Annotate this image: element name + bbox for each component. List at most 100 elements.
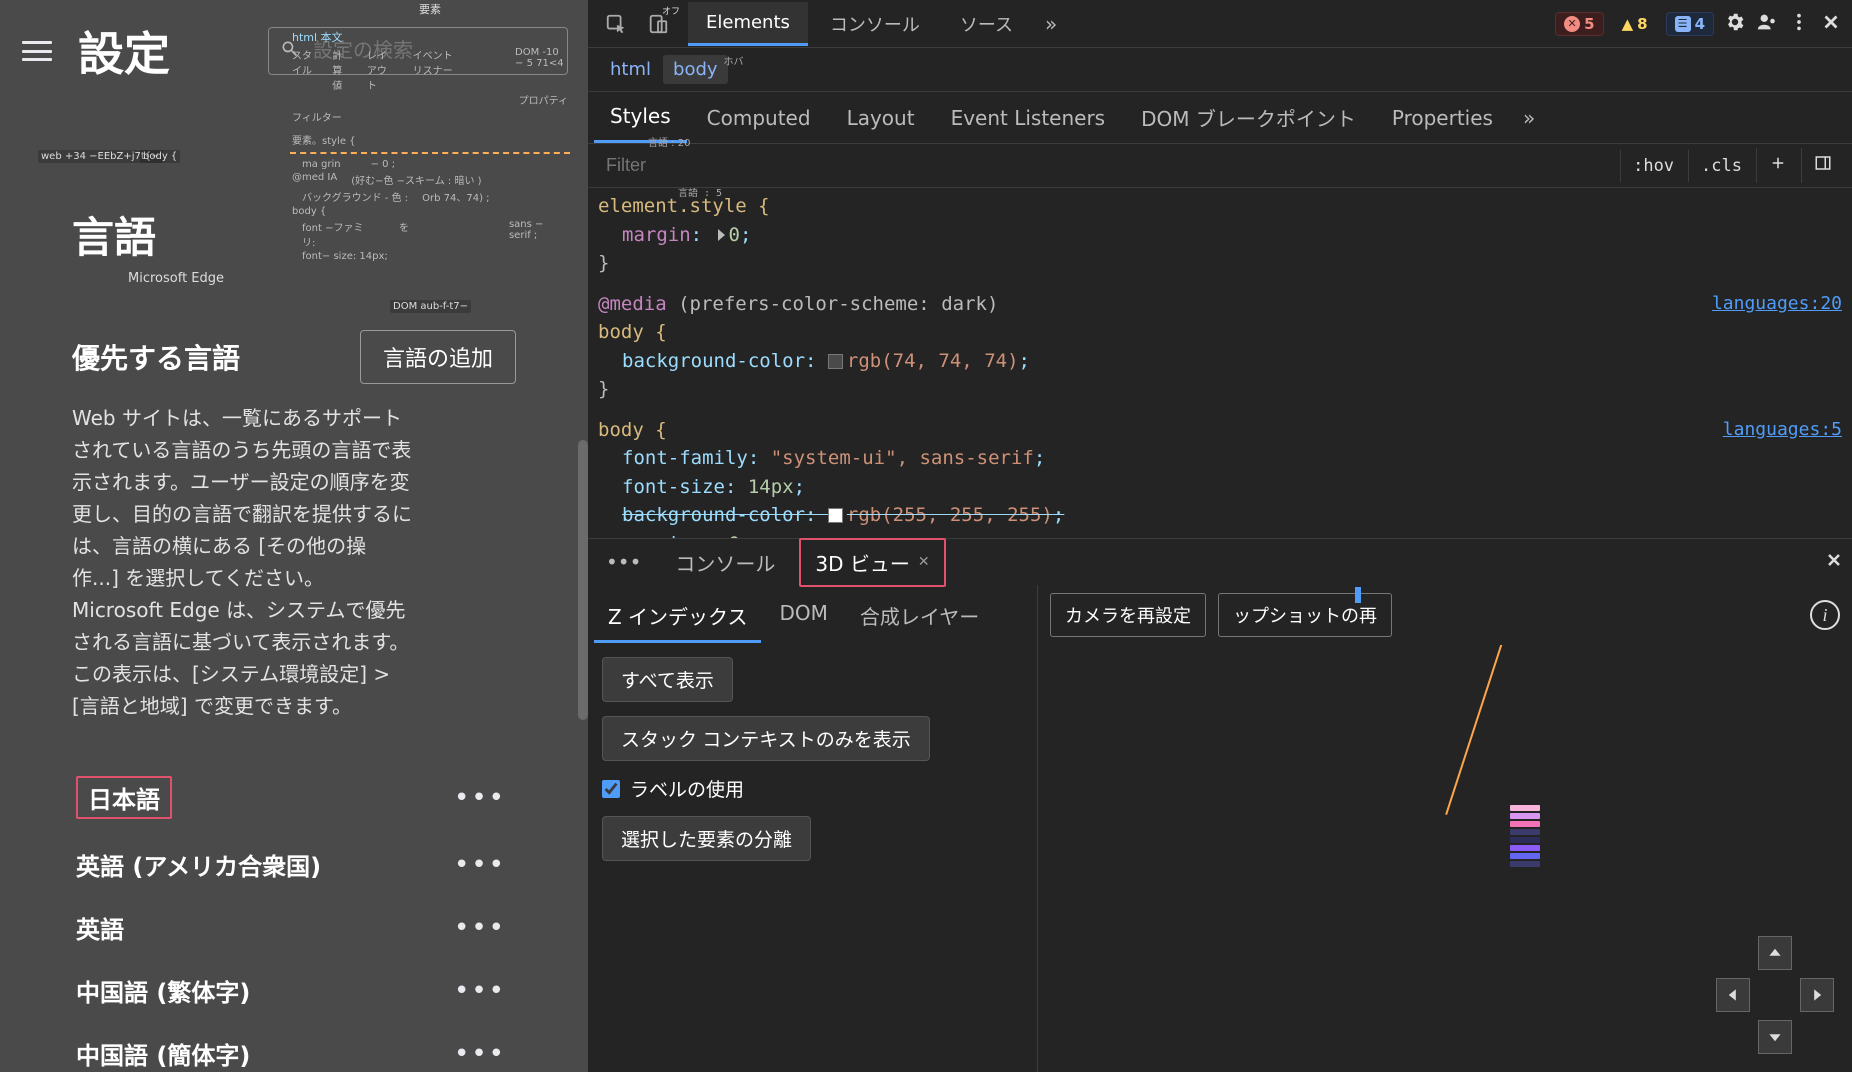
pan-left-button[interactable]: [1716, 978, 1750, 1012]
kebab-icon[interactable]: •••: [448, 850, 512, 880]
kebab-icon[interactable]: •••: [448, 783, 512, 813]
settings-search-input[interactable]: [268, 27, 568, 75]
subtabs-overflow-icon[interactable]: »: [1513, 106, 1545, 130]
drawer-tab-3dview[interactable]: 3D ビュー ✕: [799, 538, 945, 587]
source-link[interactable]: languages:5: [1723, 416, 1842, 443]
list-item[interactable]: 中国語 (繁体字) •••: [72, 959, 516, 1022]
styles-subtabs: Styles Computed Layout Event Listeners D…: [588, 92, 1852, 144]
drawer-close-icon[interactable]: [1824, 550, 1844, 574]
pan-up-button[interactable]: [1758, 936, 1792, 970]
settings-search-wrap: [268, 27, 568, 75]
issues-badge[interactable]: ☰4: [1666, 12, 1714, 36]
rule-element-style[interactable]: element.style { margin: 0; }: [598, 192, 1842, 278]
language-label: 英語 (アメリカ合衆国): [76, 847, 321, 882]
crumb-body[interactable]: body: [663, 55, 728, 84]
kebab-icon[interactable]: •••: [448, 1039, 512, 1069]
list-item[interactable]: 英語 (アメリカ合衆国) •••: [72, 833, 516, 896]
settings-header: 設定: [0, 0, 588, 84]
subtab-dombp[interactable]: DOM ブレークポイント: [1125, 92, 1372, 144]
show-all-button[interactable]: すべて表示: [602, 657, 733, 702]
drawer-subtab-composite[interactable]: 合成レイヤー: [846, 591, 993, 643]
drawer-controls: すべて表示 スタック コンテキストのみを表示 ラベルの使用 選択した要素の分離: [588, 643, 1037, 861]
close-icon[interactable]: [1820, 11, 1842, 37]
drawer-sub-tabs: Z インデックス DOM 合成レイヤー: [588, 585, 1037, 643]
menu-icon[interactable]: [20, 37, 54, 65]
prefer-description: Web サイトは、一覧にあるサポートされている言語のうち先頭の言語で表示されます…: [72, 402, 412, 722]
pan-right-button[interactable]: [1800, 978, 1834, 1012]
styles-panel: 言語 : 5 element.style { margin: 0; } lang…: [588, 188, 1852, 538]
styles-filter-input[interactable]: [596, 149, 1618, 182]
rule-media-body[interactable]: languages:20 @media (prefers-color-schem…: [598, 290, 1842, 404]
settings-pane: 設定 要素 html 本文 スタイル計算値レイアウトイベントリスナーDOM -1…: [0, 0, 588, 1072]
marker: [1355, 587, 1361, 603]
devtools-main-tabs: Elements コンソール ソース »: [688, 1, 1067, 47]
list-item[interactable]: 日本語 •••: [72, 762, 516, 833]
label-row[interactable]: ラベルの使用: [602, 775, 1023, 802]
close-icon[interactable]: ✕: [918, 554, 930, 570]
overlay-dom-note: DOM aub-f-t7−: [390, 300, 471, 313]
kebab-icon[interactable]: •••: [448, 913, 512, 943]
warning-badge[interactable]: ▲ 8: [1614, 13, 1656, 35]
badge-off: オフ: [662, 4, 680, 17]
crumb-note: ホバ: [724, 53, 744, 68]
app-root: 設定 要素 html 本文 スタイル計算値レイアウトイベントリスナーDOM -1…: [0, 0, 1852, 1072]
nav-pad: [1716, 936, 1834, 1054]
info-icon[interactable]: i: [1810, 600, 1840, 630]
settings-body: 言語 Microsoft Edge 優先する言語 言語の追加 Web サイトは、…: [0, 84, 588, 1072]
language-sub: Microsoft Edge: [128, 271, 516, 286]
kebab-icon[interactable]: [1788, 11, 1810, 37]
subtab-computed[interactable]: Computed: [691, 94, 827, 142]
devtools-drawer: ••• コンソール 3D ビュー ✕ Z インデックス DOM 合成レイヤー す: [588, 538, 1852, 1072]
list-item[interactable]: 中国語 (簡体字) •••: [72, 1022, 516, 1072]
drawer-tab-console[interactable]: コンソール: [661, 540, 789, 585]
stack-context-button[interactable]: スタック コンテキストのみを表示: [602, 716, 930, 761]
devtools-topbar: オフ Elements コンソール ソース » ✕5 ▲ 8 ☰4: [588, 0, 1852, 48]
language-label: 日本語: [76, 776, 172, 819]
account-icon[interactable]: [1756, 11, 1778, 37]
snapshot-button[interactable]: ップショットの再: [1218, 593, 1392, 637]
perspective-line: [1445, 645, 1512, 815]
drawer-subtab-zindex[interactable]: Z インデックス: [594, 591, 761, 643]
drawer-tab-label: 3D ビュー: [815, 548, 909, 577]
devtools-pane: オフ Elements コンソール ソース » ✕5 ▲ 8 ☰4 html b…: [588, 0, 1852, 1072]
device-toggle-icon[interactable]: オフ: [640, 6, 676, 42]
drawer-right: カメラを再設定 ップショットの再 i: [1038, 585, 1852, 1072]
error-badge[interactable]: ✕5: [1555, 12, 1603, 36]
language-label: 中国語 (繁体字): [76, 973, 250, 1008]
drawer-body: Z インデックス DOM 合成レイヤー すべて表示 スタック コンテキストのみを…: [588, 585, 1852, 1072]
cls-toggle[interactable]: .cls: [1688, 150, 1754, 182]
pan-down-button[interactable]: [1758, 1020, 1792, 1054]
tabs-overflow-icon[interactable]: »: [1035, 12, 1067, 36]
tab-console[interactable]: コンソール: [812, 1, 938, 47]
filter-note: 言語 : 20: [648, 134, 690, 149]
prefer-row: 優先する言語 言語の追加: [72, 330, 516, 384]
drawer-more-icon[interactable]: •••: [596, 550, 651, 574]
settings-title: 設定: [78, 18, 170, 84]
add-language-button[interactable]: 言語の追加: [360, 330, 516, 384]
use-labels-checkbox[interactable]: [602, 780, 620, 798]
tab-elements[interactable]: Elements: [688, 2, 808, 46]
inspect-icon[interactable]: [598, 6, 634, 42]
rule-body[interactable]: languages:5 body { font-family: "system-…: [598, 416, 1842, 539]
subtab-layout[interactable]: Layout: [831, 94, 931, 142]
new-rule-icon[interactable]: [1756, 148, 1799, 183]
kebab-icon[interactable]: •••: [448, 976, 512, 1006]
gear-icon[interactable]: [1724, 11, 1746, 37]
drawer-tabs: ••• コンソール 3D ビュー ✕: [588, 539, 1852, 585]
sidebar-toggle-icon[interactable]: [1801, 148, 1844, 183]
scrollbar[interactable]: [578, 440, 588, 720]
hov-toggle[interactable]: :hov: [1620, 150, 1686, 182]
viewport-3d[interactable]: [1038, 645, 1852, 1072]
list-item[interactable]: 英語 •••: [72, 896, 516, 959]
camera-reset-button[interactable]: カメラを再設定: [1050, 593, 1206, 637]
subtab-properties[interactable]: Properties: [1376, 94, 1509, 142]
drawer-subtab-dom[interactable]: DOM: [765, 591, 841, 643]
source-link[interactable]: languages:20: [1712, 290, 1842, 317]
subtab-listeners[interactable]: Event Listeners: [935, 94, 1122, 142]
devtools-right-tools: ✕5 ▲ 8 ☰4: [1555, 11, 1842, 37]
tab-sources[interactable]: ソース: [942, 1, 1031, 47]
crumb-html[interactable]: html: [600, 55, 661, 84]
search-icon: [280, 39, 300, 63]
isolate-button[interactable]: 選択した要素の分離: [602, 816, 811, 861]
overlay-left-body: body {: [140, 150, 180, 163]
